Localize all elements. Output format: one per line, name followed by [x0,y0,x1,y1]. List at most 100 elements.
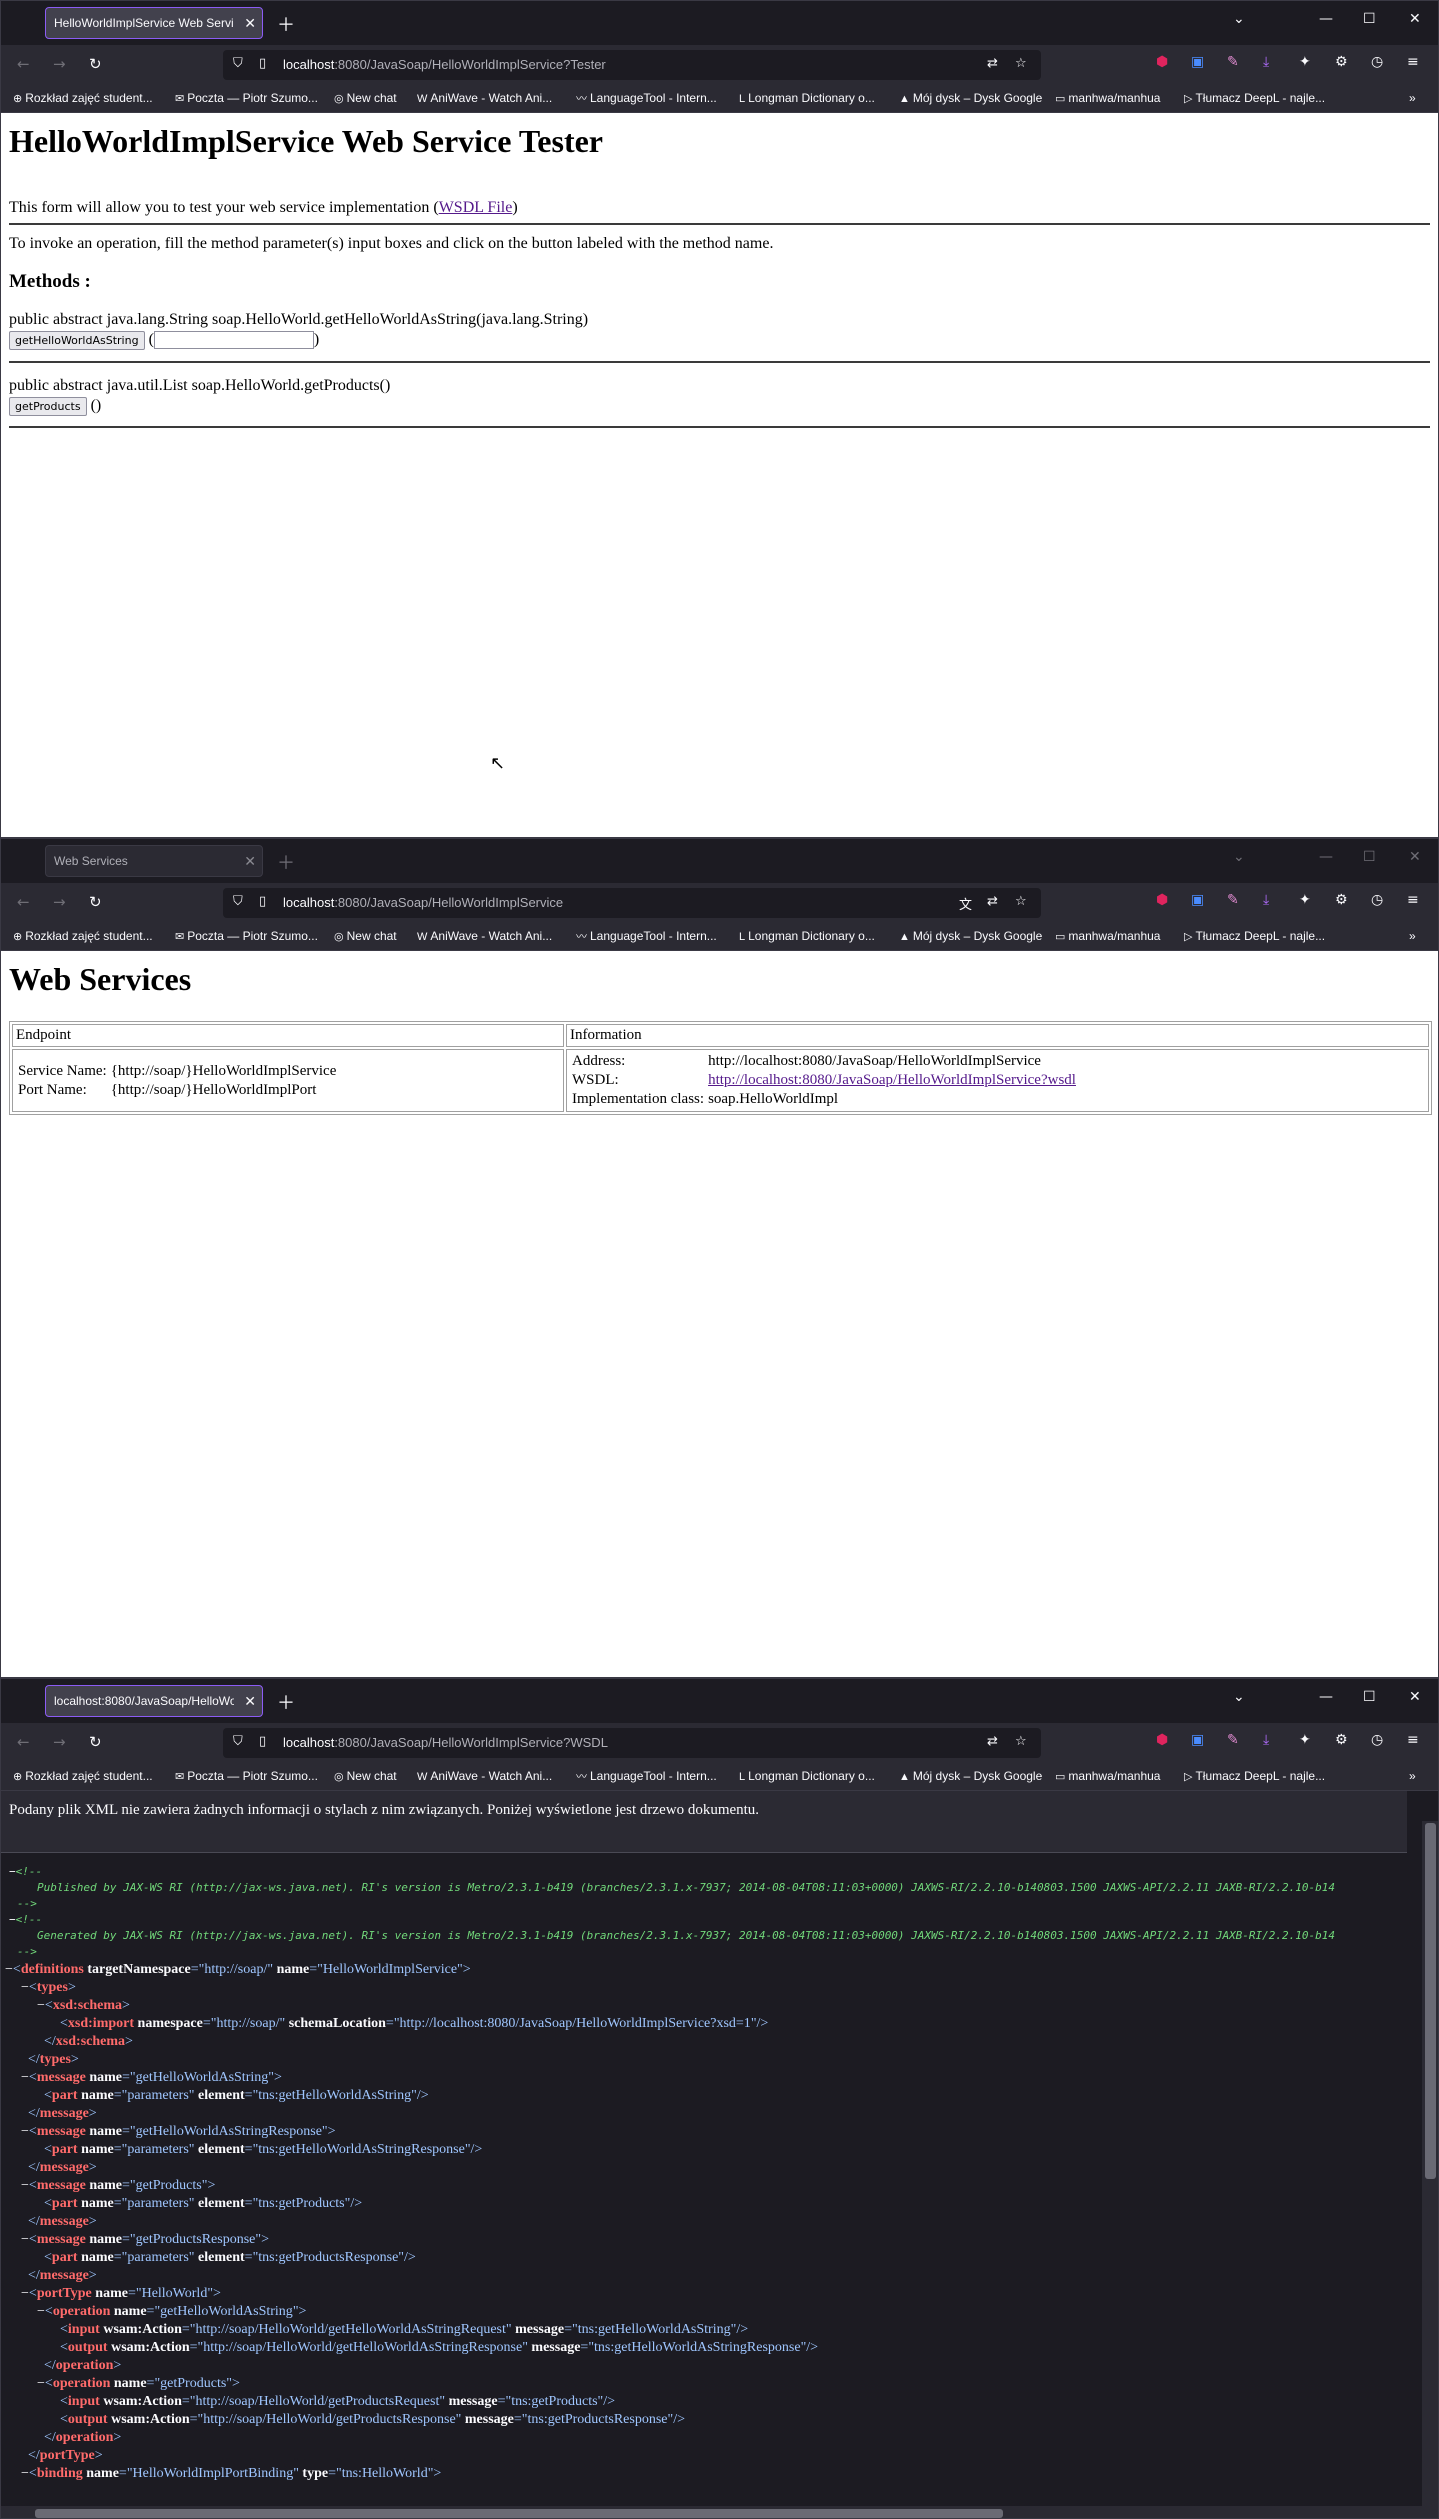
collapse-toggle-icon[interactable]: − [37,2376,45,2391]
bookmark-item[interactable]: ▷ Tłumacz DeepL - najle... [1184,1763,1325,1790]
back-icon[interactable]: ← [17,55,30,73]
bookmark-folder[interactable]: ▭ manhwa/manhua [1055,923,1160,950]
collapse-toggle-icon[interactable]: − [5,1962,13,1977]
collapse-toggle-icon[interactable]: − [37,1998,45,2013]
wsdl-link[interactable]: http://localhost:8080/JavaSoap/HelloWorl… [708,1072,1076,1088]
scroll-thumb[interactable] [35,2509,1003,2518]
bookmark-item[interactable]: ✉ Poczta — Piotr Szumo... [175,1763,318,1790]
forward-icon[interactable]: → [53,55,66,73]
theme-ext-icon[interactable]: ✎ [1227,54,1239,70]
tab-web-services[interactable]: Web Services ✕ [45,845,263,877]
minimize-icon[interactable]: — [1319,1689,1333,1705]
collapse-toggle-icon[interactable]: − [21,2466,29,2481]
settings-gear-icon[interactable]: ⚙ [1335,1732,1348,1748]
downloads-icon[interactable]: ⤓ [1263,54,1269,70]
collapse-toggle-icon[interactable]: − [9,1913,16,1926]
maximize-icon[interactable]: ☐ [1363,849,1376,865]
new-tab-icon[interactable]: ＋ [277,849,295,875]
collapse-toggle-icon[interactable]: − [21,2232,29,2247]
forward-icon[interactable]: → [53,893,66,911]
bookmark-item[interactable]: 〰 LanguageTool - Intern... [576,1763,717,1790]
xml-node[interactable]: −<portType name="HelloWorld"> [21,2285,221,2303]
ublock-icon[interactable]: ⬢ [1156,54,1168,70]
close-tab-icon[interactable]: ✕ [244,846,256,876]
url-bar[interactable]: ⛉ ▯ localhost:8080/JavaSoap/HelloWorldIm… [223,1728,1041,1758]
reload-icon[interactable]: ↻ [89,1733,102,1751]
get-hello-world-as-string-button[interactable]: getHelloWorldAsString [9,331,145,350]
bookmark-item[interactable]: ◎ New chat [334,923,397,950]
tab-tester[interactable]: HelloWorldImplService Web Service Tester… [45,7,263,39]
new-tab-icon[interactable]: ＋ [277,1689,295,1715]
bookmark-item[interactable]: ◎ New chat [334,85,397,112]
collapse-toggle-icon[interactable]: − [9,1865,16,1878]
extensions-icon[interactable]: ✦ [1299,1732,1311,1748]
translate-page-icon[interactable]: 文 [959,894,972,913]
bookmark-item[interactable]: W AniWave - Watch Ani... [417,85,552,112]
bookmark-item[interactable]: ▲ Mój dysk – Dysk Google [899,85,1042,112]
shield-icon[interactable]: ⛉ [233,56,243,71]
xml-node[interactable]: −<operation name="getProducts"> [37,2375,240,2393]
vertical-scrollbar[interactable] [1422,1821,1438,2518]
bookmark-item[interactable]: ✉ Poczta — Piotr Szumo... [175,923,318,950]
history-icon[interactable]: ◷ [1371,1732,1383,1748]
close-tab-icon[interactable]: ✕ [244,1686,256,1716]
back-icon[interactable]: ← [17,1733,30,1751]
collapse-toggle-icon[interactable]: − [37,2304,45,2319]
minimize-icon[interactable]: — [1319,849,1333,865]
wsdl-file-link[interactable]: WSDL File [439,199,513,216]
xml-node[interactable]: −<types> [21,1979,76,1997]
bookmark-item[interactable]: ◎ New chat [334,1763,397,1790]
get-products-button[interactable]: getProducts [9,397,87,416]
bookmark-item[interactable]: L Longman Dictionary o... [739,1763,875,1790]
more-bookmarks-icon[interactable]: » [1409,923,1416,949]
bookmark-star-icon[interactable]: ☆ [1015,56,1027,71]
collapse-toggle-icon[interactable]: − [21,2070,29,2085]
downloads-icon[interactable]: ⤓ [1263,892,1269,908]
bookmark-star-icon[interactable]: ☆ [1015,1734,1027,1749]
menu-icon[interactable]: ≡ [1407,1732,1419,1748]
extensions-icon[interactable]: ✦ [1299,54,1311,70]
bookmark-item[interactable]: 〰 LanguageTool - Intern... [576,923,717,950]
collapse-toggle-icon[interactable]: − [21,2286,29,2301]
translator-ext-icon[interactable]: ▣ [1191,1732,1204,1748]
bookmark-item[interactable]: ▷ Tłumacz DeepL - najle... [1184,923,1325,950]
maximize-icon[interactable]: ☐ [1363,1689,1376,1705]
translator-ext-icon[interactable]: ▣ [1191,54,1204,70]
xml-node[interactable]: −<xsd:schema> [37,1997,130,2015]
list-tabs-icon[interactable]: ⌄ [1233,11,1245,27]
scroll-thumb[interactable] [1425,1823,1436,2179]
menu-icon[interactable]: ≡ [1407,892,1419,908]
xml-node[interactable]: −<message name="getProductsResponse"> [21,2231,269,2249]
bookmark-item[interactable]: 〰 LanguageTool - Intern... [576,85,717,112]
translate-icon[interactable]: ⇄ [987,1734,998,1749]
bookmark-folder[interactable]: ▭ manhwa/manhua [1055,85,1160,112]
xml-node[interactable]: −<binding name="HelloWorldImplPortBindin… [21,2465,441,2483]
close-window-icon[interactable]: ✕ [1409,849,1421,865]
bookmark-item[interactable]: L Longman Dictionary o... [739,923,875,950]
history-icon[interactable]: ◷ [1371,54,1383,70]
settings-gear-icon[interactable]: ⚙ [1335,54,1348,70]
shield-icon[interactable]: ⛉ [233,894,243,909]
close-tab-icon[interactable]: ✕ [244,8,256,38]
bookmark-item[interactable]: ⊕ Rozkład zajęć student... [13,923,153,950]
more-bookmarks-icon[interactable]: » [1409,85,1416,111]
reload-icon[interactable]: ↻ [89,55,102,73]
collapse-toggle-icon[interactable]: − [21,2178,29,2193]
bookmark-item[interactable]: ▲ Mój dysk – Dysk Google [899,1763,1042,1790]
url-bar[interactable]: ⛉ ▯ localhost:8080/JavaSoap/HelloWorldIm… [223,50,1041,80]
bookmark-star-icon[interactable]: ☆ [1015,894,1027,909]
bookmark-item[interactable]: ▷ Tłumacz DeepL - najle... [1184,85,1325,112]
xml-node[interactable]: −<message name="getHelloWorldAsString"> [21,2069,282,2087]
more-bookmarks-icon[interactable]: » [1409,1763,1416,1789]
bookmark-folder[interactable]: ▭ manhwa/manhua [1055,1763,1160,1790]
theme-ext-icon[interactable]: ✎ [1227,1732,1239,1748]
ublock-icon[interactable]: ⬢ [1156,1732,1168,1748]
bookmark-item[interactable]: ⊕ Rozkład zajęć student... [13,1763,153,1790]
maximize-icon[interactable]: ☐ [1363,11,1376,27]
tab-wsdl[interactable]: localhost:8080/JavaSoap/HelloWorldImplSe… [45,1685,263,1717]
xml-node[interactable]: −<operation name="getHelloWorldAsString"… [37,2303,306,2321]
translate-icon[interactable]: ⇄ [987,56,998,71]
url-bar[interactable]: ⛉ ▯ localhost:8080/JavaSoap/HelloWorldIm… [223,888,1041,918]
bookmark-item[interactable]: ✉ Poczta — Piotr Szumo... [175,85,318,112]
new-tab-icon[interactable]: ＋ [277,11,295,37]
